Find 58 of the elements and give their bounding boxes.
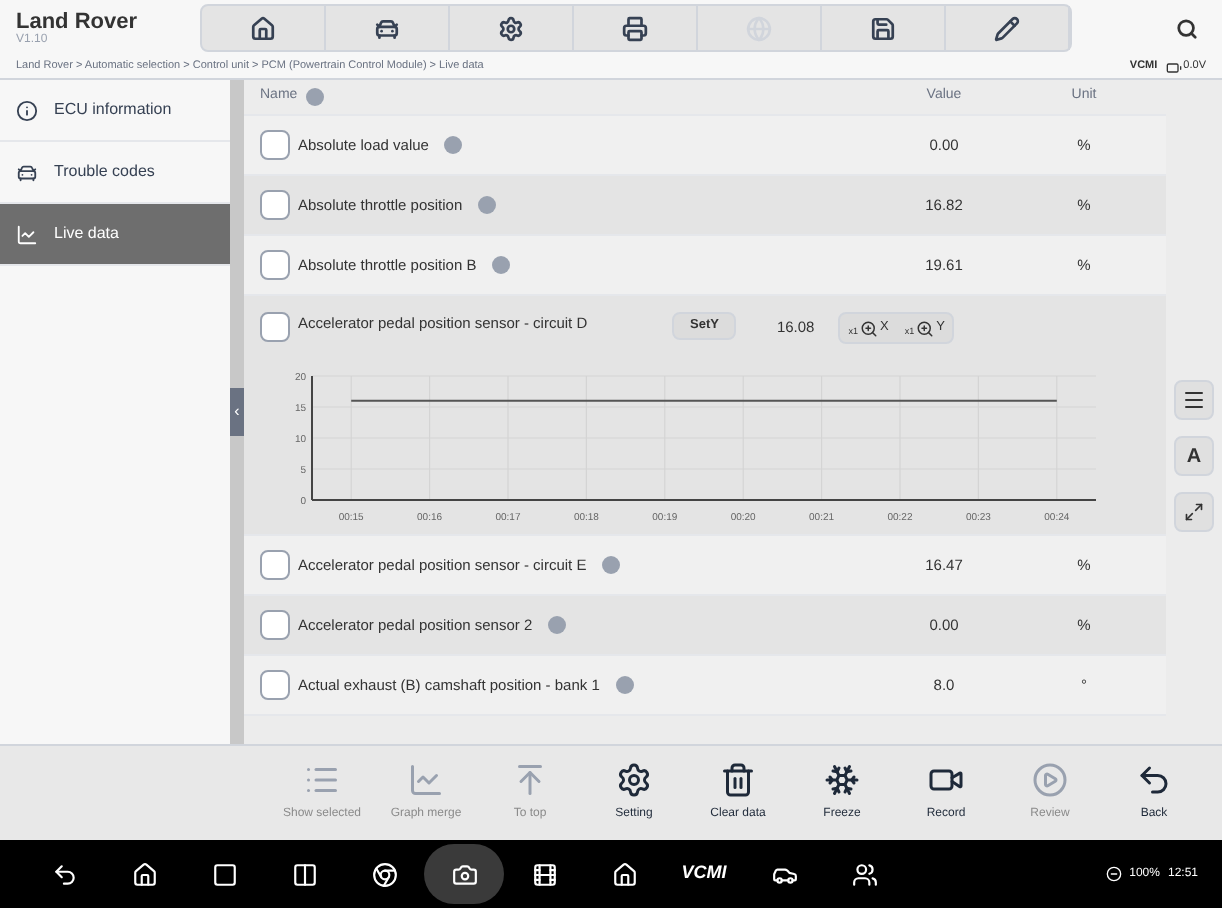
checkbox[interactable] bbox=[260, 610, 290, 640]
search-icon[interactable] bbox=[1176, 17, 1198, 39]
car-icon bbox=[16, 161, 38, 183]
info-icon bbox=[16, 99, 38, 121]
checkbox[interactable] bbox=[260, 550, 290, 580]
home-icon bbox=[131, 861, 157, 887]
car-icon bbox=[374, 15, 400, 41]
fullscreen-button[interactable] bbox=[1174, 492, 1214, 532]
list-icon bbox=[304, 762, 340, 798]
sidebar-label: ECU information bbox=[54, 98, 172, 122]
info-toggle-icon[interactable] bbox=[478, 196, 497, 214]
checkbox[interactable] bbox=[260, 670, 290, 700]
snowflake-icon bbox=[824, 762, 860, 798]
trash-icon bbox=[720, 762, 756, 798]
arrow-up-icon bbox=[512, 762, 548, 798]
font-button[interactable]: A bbox=[1174, 436, 1214, 476]
menu-button[interactable] bbox=[1174, 380, 1214, 420]
battery-icon bbox=[1165, 59, 1182, 75]
info-toggle-icon[interactable] bbox=[602, 556, 621, 574]
settings-icon bbox=[616, 762, 652, 798]
printer-icon bbox=[622, 15, 648, 41]
app-title: Land Rover bbox=[16, 11, 140, 33]
play-icon bbox=[1032, 762, 1068, 798]
sidebar-label: Live data bbox=[54, 222, 119, 246]
info-toggle-icon[interactable] bbox=[615, 676, 634, 694]
status-icon bbox=[1105, 866, 1122, 882]
info-toggle-icon[interactable] bbox=[305, 88, 324, 106]
menu-icon bbox=[1182, 388, 1206, 412]
checkbox[interactable] bbox=[260, 130, 290, 160]
info-toggle-icon[interactable] bbox=[444, 136, 463, 154]
checkbox[interactable] bbox=[260, 190, 290, 220]
back-icon bbox=[1136, 762, 1172, 798]
home-icon bbox=[611, 861, 637, 887]
home-icon bbox=[250, 15, 276, 41]
camera-icon bbox=[451, 861, 477, 887]
expand-icon bbox=[1184, 502, 1204, 522]
columns-icon bbox=[291, 861, 317, 887]
chart-icon bbox=[16, 223, 38, 245]
zoom-in-icon bbox=[916, 319, 935, 337]
zoom-in-icon bbox=[860, 319, 878, 337]
collapse-handle[interactable]: ‹ bbox=[230, 388, 244, 436]
sidebar-label: Trouble codes bbox=[54, 160, 155, 184]
checkbox[interactable] bbox=[260, 312, 290, 342]
checkbox[interactable] bbox=[260, 250, 290, 280]
browser-icon bbox=[371, 861, 397, 887]
pencil-icon bbox=[994, 15, 1020, 41]
people-icon bbox=[851, 861, 877, 887]
camera-button[interactable] bbox=[424, 844, 504, 904]
settings-icon bbox=[498, 15, 524, 41]
chart-icon bbox=[408, 762, 444, 798]
square-icon bbox=[211, 861, 237, 887]
info-toggle-icon[interactable] bbox=[548, 616, 567, 634]
film-icon bbox=[531, 861, 557, 887]
sidebar-item[interactable]: Live data bbox=[0, 204, 230, 266]
info-toggle-icon[interactable] bbox=[492, 256, 511, 274]
vcmi-button[interactable]: VCMI bbox=[664, 844, 744, 904]
back-icon bbox=[51, 861, 77, 887]
save-icon bbox=[870, 15, 896, 41]
